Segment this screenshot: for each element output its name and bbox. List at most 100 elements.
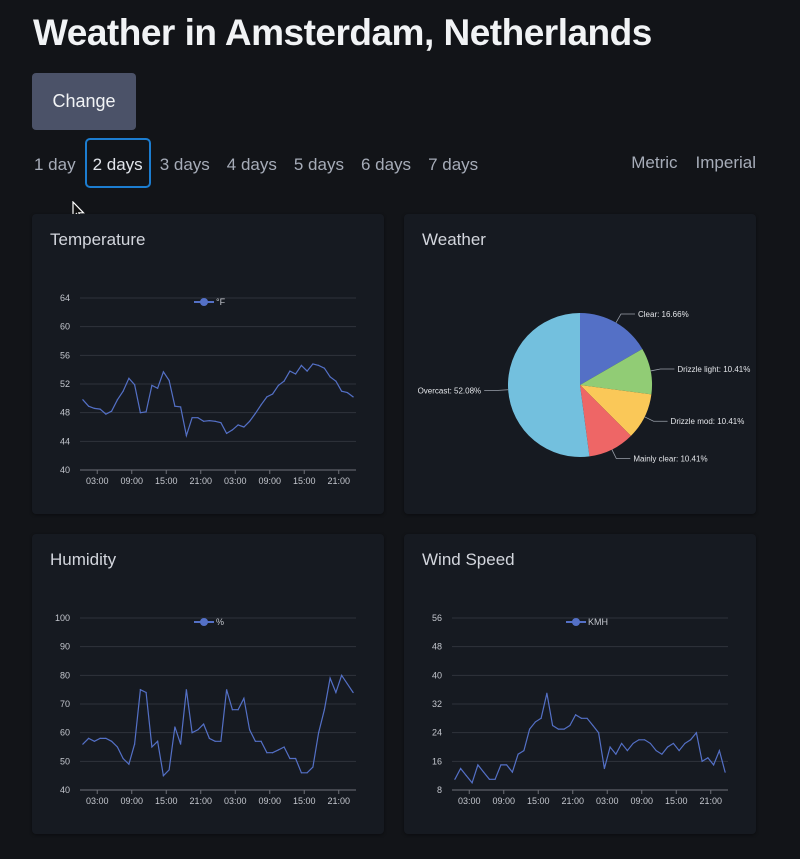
data-point (454, 778, 456, 780)
data-point (151, 384, 153, 387)
data-point (139, 412, 141, 414)
data-point (111, 740, 113, 742)
tab-3-days[interactable]: 3 days (152, 138, 218, 188)
data-point (214, 420, 216, 422)
y-tick-label: 60 (60, 728, 70, 738)
data-point (603, 767, 605, 770)
data-point (99, 737, 101, 739)
data-point (254, 412, 256, 414)
data-point (272, 752, 274, 754)
data-point (638, 739, 640, 741)
change-button[interactable]: Change (32, 73, 136, 130)
pie-slice (507, 313, 590, 457)
legend-label: KMH (588, 617, 608, 627)
series-line (82, 363, 354, 438)
y-tick-label: 60 (60, 322, 70, 332)
temperature-chart: 40 44 48 52 56 60 64 03:00 09:00 15:00 21:00 03:00 0… (60, 293, 356, 486)
data-point (231, 429, 233, 431)
data-point (615, 753, 617, 755)
data-point (352, 396, 354, 398)
data-point (277, 749, 279, 751)
data-point (346, 392, 348, 394)
data-point (341, 674, 343, 676)
y-tick-label: 100 (55, 613, 70, 623)
y-tick-label: 8 (437, 785, 442, 795)
data-point (695, 732, 697, 734)
data-point (88, 405, 90, 407)
y-tick-label: 40 (432, 670, 442, 680)
data-point (145, 411, 147, 413)
y-tick-label: 90 (60, 642, 70, 652)
data-point (460, 767, 462, 770)
tab-metric[interactable]: Metric (613, 138, 677, 188)
tab-7-days[interactable]: 7 days (420, 138, 486, 188)
tab-2-days[interactable]: 2 days (84, 138, 151, 188)
data-point (220, 422, 222, 424)
data-point (180, 743, 182, 745)
pie-label: Mainly clear: 10.41% (633, 455, 707, 464)
x-tick-label: 09:00 (630, 796, 653, 806)
data-point (323, 709, 325, 711)
tab-imperial[interactable]: Imperial (678, 138, 756, 188)
data-point (649, 742, 651, 745)
data-point (690, 739, 692, 741)
x-tick-label: 03:00 (224, 796, 247, 806)
data-point (197, 417, 199, 419)
pie-label-line (611, 449, 631, 459)
data-point (249, 729, 251, 731)
data-point (105, 737, 107, 739)
data-point (220, 740, 222, 742)
data-point (667, 746, 669, 748)
data-point (335, 380, 337, 382)
data-point (511, 771, 513, 773)
x-tick-label: 15:00 (293, 796, 316, 806)
data-point (621, 742, 623, 745)
data-point (306, 772, 308, 774)
page-title: Weather in Amsterdam, Netherlands (33, 12, 652, 53)
x-tick-label: 09:00 (492, 796, 515, 806)
data-point (488, 778, 490, 780)
data-point (99, 408, 101, 410)
data-point (500, 764, 502, 766)
data-point (237, 709, 239, 711)
y-tick-label: 40 (60, 465, 70, 475)
data-point (226, 432, 228, 435)
data-point (214, 740, 216, 742)
y-tick-label: 56 (432, 613, 442, 623)
x-tick-label: 21:00 (327, 476, 350, 486)
y-tick-label: 56 (60, 350, 70, 360)
y-tick-label: 70 (60, 699, 70, 709)
data-point (93, 407, 95, 409)
data-point (203, 723, 205, 725)
data-point (312, 363, 314, 365)
data-point (352, 691, 354, 694)
data-point (644, 739, 646, 741)
tab-5-days[interactable]: 5 days (286, 138, 352, 188)
tab-6-days[interactable]: 6 days (353, 138, 419, 188)
data-point (517, 753, 519, 755)
y-tick-label: 52 (60, 379, 70, 389)
tab-1-day[interactable]: 1 day (26, 138, 84, 188)
data-point (540, 717, 542, 719)
legend-marker (572, 618, 580, 626)
x-tick-label: 15:00 (155, 476, 178, 486)
data-point (174, 405, 176, 407)
humidity-chart: 40 50 60 70 80 90 100 03:00 09:00 15:00 21:00 03:00… (55, 613, 356, 806)
y-tick-label: 48 (60, 408, 70, 418)
x-tick-label: 15:00 (293, 476, 316, 486)
data-point (116, 746, 118, 748)
data-point (494, 778, 496, 780)
data-point (272, 393, 274, 395)
data-point (116, 399, 118, 401)
data-point (713, 764, 715, 766)
data-point (580, 717, 582, 719)
data-point (718, 749, 720, 752)
tab-4-days[interactable]: 4 days (219, 138, 285, 188)
data-point (82, 399, 84, 401)
temperature-card: Temperature 40 44 48 52 56 60 64 03:00 09:00 15:0… (32, 214, 384, 514)
x-tick-label: 09:00 (258, 476, 281, 486)
day-range-tabs: 1 day 2 days 3 days 4 days 5 days 6 days… (26, 138, 487, 188)
pie-label-line (615, 313, 635, 323)
data-point (111, 410, 113, 412)
x-tick-label: 03:00 (224, 476, 247, 486)
